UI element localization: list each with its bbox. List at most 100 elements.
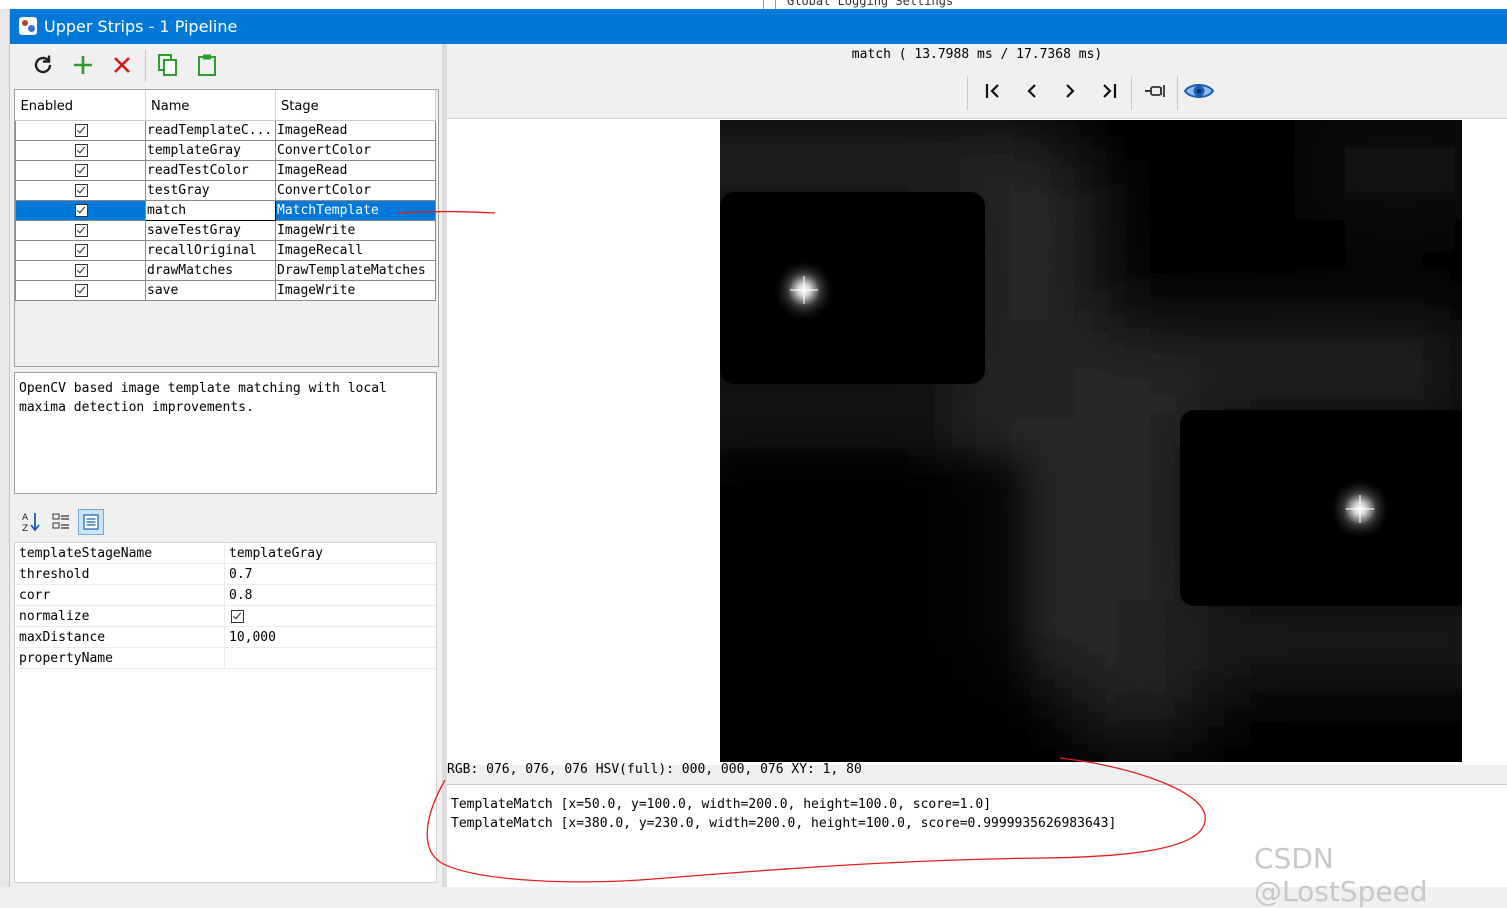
list-item[interactable]: TemplateMatch [x=50.0, y=100.0, width=20…	[451, 795, 1507, 814]
toolbar-separator	[145, 50, 146, 82]
image-canvas[interactable]	[447, 118, 1507, 765]
window-title: Upper Strips - 1 Pipeline	[44, 17, 238, 36]
list-view-button[interactable]	[78, 509, 104, 535]
add-stage-button[interactable]	[68, 50, 98, 80]
background-window-text: Global Logging Settings	[787, 0, 954, 8]
enabled-checkbox[interactable]	[74, 223, 88, 237]
stage-type-cell[interactable]: ImageRead	[275, 119, 436, 141]
enabled-checkbox[interactable]	[74, 163, 88, 177]
property-key: threshold	[15, 563, 225, 585]
stage-type-cell[interactable]: DrawTemplateMatches	[275, 259, 436, 281]
title-bar[interactable]: Upper Strips - 1 Pipeline	[10, 9, 1507, 44]
table-row-selected[interactable]: match MatchTemplate	[15, 199, 436, 221]
chevron-right-icon	[1066, 84, 1075, 98]
next-frame-button[interactable]	[1054, 76, 1086, 106]
enabled-checkbox[interactable]	[74, 243, 88, 257]
refresh-button[interactable]	[28, 50, 58, 80]
table-row[interactable]: testGray ConvertColor	[15, 179, 436, 201]
first-frame-button[interactable]	[977, 76, 1009, 106]
table-row[interactable]: recallOriginal ImageRecall	[15, 239, 436, 261]
app-icon[interactable]	[19, 17, 37, 35]
stage-type-cell[interactable]: MatchTemplate	[275, 199, 436, 221]
stage-name-cell[interactable]: readTestColor	[145, 159, 276, 181]
property-value[interactable]: 0.7	[224, 563, 436, 585]
stage-type-cell[interactable]: ConvertColor	[275, 139, 436, 161]
categorized-view-button[interactable]	[48, 509, 74, 535]
enabled-checkbox[interactable]	[74, 143, 88, 157]
stage-name-cell[interactable]: drawMatches	[145, 259, 276, 281]
stage-type-cell[interactable]: ImageRecall	[275, 239, 436, 261]
enabled-cell[interactable]	[15, 179, 146, 201]
enabled-cell[interactable]	[15, 199, 146, 221]
enabled-checkbox[interactable]	[74, 183, 88, 197]
last-frame-icon	[1103, 84, 1117, 98]
column-header-enabled[interactable]: Enabled	[15, 90, 146, 121]
property-row[interactable]: propertyName	[15, 647, 436, 669]
pipeline-table: Enabled Name Stage readTemplateC... Imag…	[14, 89, 439, 367]
enabled-checkbox[interactable]	[74, 203, 88, 217]
divider	[763, 0, 764, 9]
stage-type-cell[interactable]: ImageRead	[275, 159, 436, 181]
stage-name-cell[interactable]: templateGray	[145, 139, 276, 161]
stage-type-cell[interactable]: ConvertColor	[275, 179, 436, 201]
property-row[interactable]: threshold 0.7	[15, 563, 436, 585]
column-header-name[interactable]: Name	[145, 90, 276, 121]
column-header-stage[interactable]: Stage	[275, 90, 436, 121]
copy-button[interactable]	[153, 50, 183, 80]
enabled-cell[interactable]	[15, 139, 146, 161]
enabled-cell[interactable]	[15, 159, 146, 181]
pin-button[interactable]	[1139, 76, 1171, 106]
table-row[interactable]: drawMatches DrawTemplateMatches	[15, 259, 436, 281]
watermark: CSDN @LostSpeed	[1254, 842, 1428, 908]
normalize-checkbox[interactable]	[231, 609, 244, 623]
enabled-cell[interactable]	[15, 119, 146, 141]
last-frame-button[interactable]	[1093, 76, 1125, 106]
chevron-left-icon	[1027, 84, 1036, 98]
stage-name-cell[interactable]: saveTestGray	[145, 219, 276, 241]
enabled-cell[interactable]	[15, 239, 146, 261]
property-row[interactable]: normalize	[15, 605, 436, 627]
stage-name-cell[interactable]: readTemplateC...	[145, 119, 276, 141]
table-row[interactable]: saveTestGray ImageWrite	[15, 219, 436, 241]
property-row[interactable]: maxDistance 10,000	[15, 626, 436, 648]
table-row[interactable]: save ImageWrite	[15, 279, 436, 301]
enabled-cell[interactable]	[15, 279, 146, 301]
property-value[interactable]	[224, 605, 436, 627]
property-value[interactable]: templateGray	[224, 543, 436, 564]
properties-toolbar: AZ	[14, 504, 437, 540]
stage-description: OpenCV based image template matching wit…	[14, 372, 437, 494]
copy-icon	[158, 54, 177, 76]
refresh-icon	[34, 55, 52, 74]
property-value[interactable]	[224, 647, 436, 669]
enabled-cell[interactable]	[15, 259, 146, 281]
stage-type-cell[interactable]: ImageWrite	[275, 279, 436, 301]
sort-az-icon: AZ	[22, 513, 40, 533]
enabled-cell[interactable]	[15, 219, 146, 241]
property-row[interactable]: corr 0.8	[15, 584, 436, 606]
property-value[interactable]: 0.8	[224, 584, 436, 606]
property-key: corr	[15, 584, 225, 606]
enabled-checkbox[interactable]	[74, 283, 88, 297]
table-row[interactable]: readTemplateC... ImageRead	[15, 119, 436, 141]
stage-name-cell[interactable]: match	[145, 199, 276, 221]
enabled-checkbox[interactable]	[74, 263, 88, 277]
match-result-image[interactable]	[720, 120, 1462, 762]
table-row[interactable]: templateGray ConvertColor	[15, 139, 436, 161]
stage-name-cell[interactable]: testGray	[145, 179, 276, 201]
svg-text:Z: Z	[22, 524, 28, 533]
stage-name-cell[interactable]: recallOriginal	[145, 239, 276, 261]
sort-alphabetical-button[interactable]: AZ	[18, 509, 44, 535]
table-row[interactable]: readTestColor ImageRead	[15, 159, 436, 181]
stage-type-cell[interactable]: ImageWrite	[275, 219, 436, 241]
show-output-toggle[interactable]	[1181, 76, 1217, 106]
paste-button[interactable]	[192, 50, 222, 80]
property-row[interactable]: templateStageName templateGray	[15, 543, 436, 564]
first-frame-icon	[985, 84, 999, 98]
list-item[interactable]: TemplateMatch [x=380.0, y=230.0, width=2…	[451, 814, 1507, 833]
stage-name-cell[interactable]: save	[145, 279, 276, 301]
property-value[interactable]: 10,000	[224, 626, 436, 648]
enabled-checkbox[interactable]	[74, 123, 88, 137]
previous-frame-button[interactable]	[1016, 76, 1048, 106]
delete-stage-button[interactable]	[107, 50, 137, 80]
divider	[775, 0, 776, 9]
